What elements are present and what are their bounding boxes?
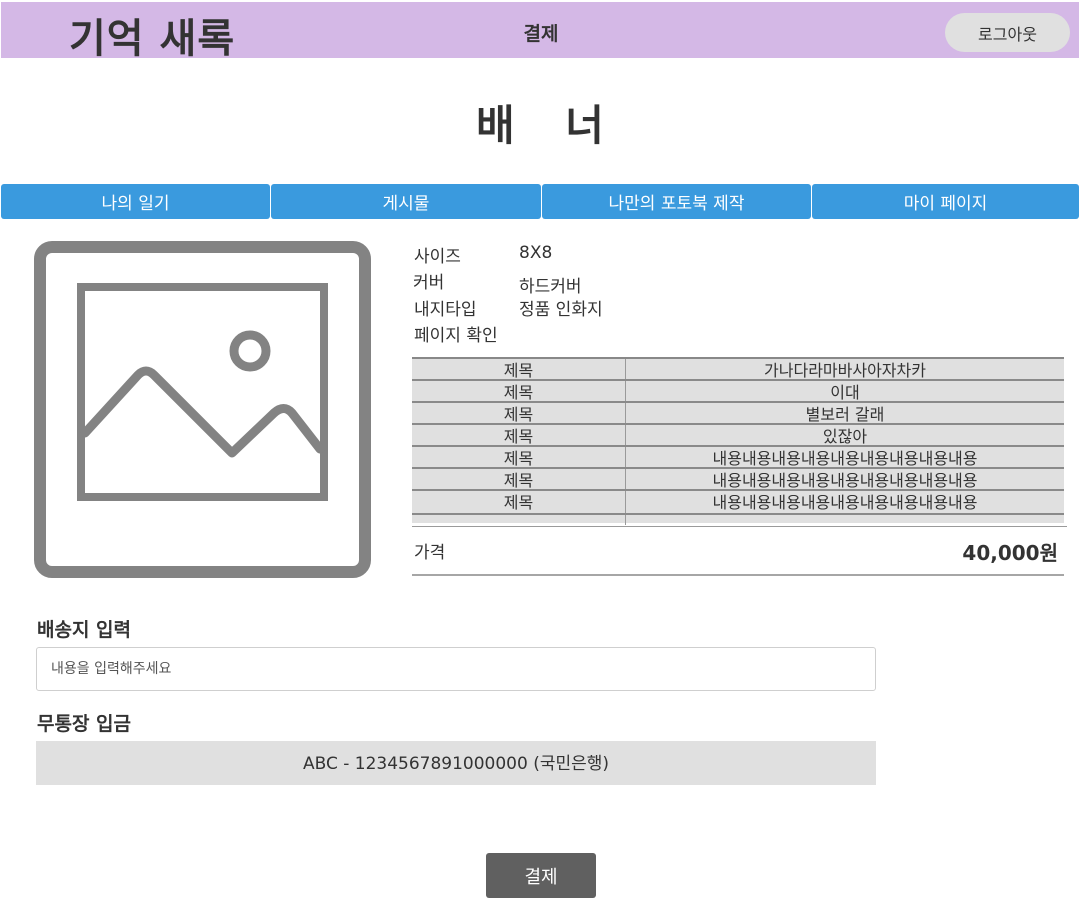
spec-value-size: 8X8 — [519, 243, 553, 263]
nav-tab-my-diary[interactable]: 나의 일기 — [1, 184, 270, 219]
page-title-cell: 제목 — [503, 405, 534, 424]
spec-value-cover: 하드커버 — [519, 277, 582, 297]
page-content-cell: 내용내용내용내용내용내용내용내용내용 — [712, 449, 978, 468]
bank-account-info: ABC - 1234567891000000 (국민은행) — [36, 741, 876, 785]
page-content-cell: 이대 — [830, 383, 860, 402]
page-title-cell: 제목 — [503, 383, 534, 402]
pages-table: 제목 가나다라마바사아자차카 제목 이대 제목 별보러 갈래 제목 있잖아 제목… — [412, 357, 1064, 525]
table-row[interactable]: 제목 있잖아 — [412, 425, 1064, 447]
table-row[interactable]: 제목 내용내용내용내용내용내용내용내용내용 — [412, 491, 1064, 515]
spec-label-cover: 커버 — [413, 273, 445, 293]
page-content-cell: 가나다라마바사아자차카 — [764, 361, 926, 380]
image-placeholder-icon — [34, 241, 371, 578]
bank-transfer-heading: 무통장 입금 — [37, 713, 132, 735]
page-title-cell: 제목 — [503, 427, 534, 446]
pay-button[interactable]: 결제 — [486, 853, 596, 898]
main-nav: 나의 일기 게시물 나만의 포토북 제작 마이 페이지 — [1, 184, 1079, 219]
page-content-cell: 내용내용내용내용내용내용내용내용내용 — [712, 471, 978, 490]
price-divider-top — [412, 526, 1067, 527]
price-divider-bottom — [412, 574, 1064, 576]
nav-tab-photobook[interactable]: 나만의 포토북 제작 — [542, 184, 811, 219]
nav-tab-posts[interactable]: 게시물 — [271, 184, 541, 219]
page-title-cell: 제목 — [503, 361, 534, 380]
table-row[interactable]: 제목 내용내용내용내용내용내용내용내용내용 — [412, 469, 1064, 491]
banner: 배 너 — [476, 101, 622, 150]
page-title-cell: 제목 — [503, 471, 534, 490]
top-header: 기억 새록 결제 로그아웃 — [1, 2, 1079, 62]
shipping-heading: 배송지 입력 — [37, 619, 132, 641]
nav-tab-my-page[interactable]: 마이 페이지 — [812, 184, 1079, 219]
table-row[interactable]: 제목 내용내용내용내용내용내용내용내용내용 — [412, 447, 1064, 469]
table-row[interactable]: 제목 별보러 갈래 — [412, 403, 1064, 425]
page-content-cell: 별보러 갈래 — [805, 405, 885, 424]
table-row[interactable]: 제목 이대 — [412, 381, 1064, 403]
logout-button[interactable]: 로그아웃 — [945, 13, 1070, 52]
spec-label-page-check: 페이지 확인 — [414, 326, 498, 346]
spec-label-size: 사이즈 — [414, 247, 461, 267]
page-content-cell: 내용내용내용내용내용내용내용내용내용 — [712, 493, 978, 512]
page-title-cell: 제목 — [503, 449, 534, 468]
spec-value-paper: 정품 인화지 — [519, 300, 603, 320]
page-title: 결제 — [523, 23, 559, 45]
spec-label-paper: 내지타입 — [414, 300, 477, 320]
price-value: 40,000원 — [962, 541, 1058, 565]
site-logo[interactable]: 기억 새록 — [69, 6, 235, 64]
price-label: 가격 — [414, 543, 446, 563]
address-input[interactable] — [36, 647, 876, 691]
table-row[interactable]: 제목 가나다라마바사아자차카 — [412, 359, 1064, 381]
page-content-cell: 있잖아 — [822, 427, 868, 446]
page-title-cell: 제목 — [503, 493, 534, 512]
payment-page: 기억 새록 결제 로그아웃 배 너 나의 일기 게시물 나만의 포토북 제작 마… — [0, 0, 1080, 909]
